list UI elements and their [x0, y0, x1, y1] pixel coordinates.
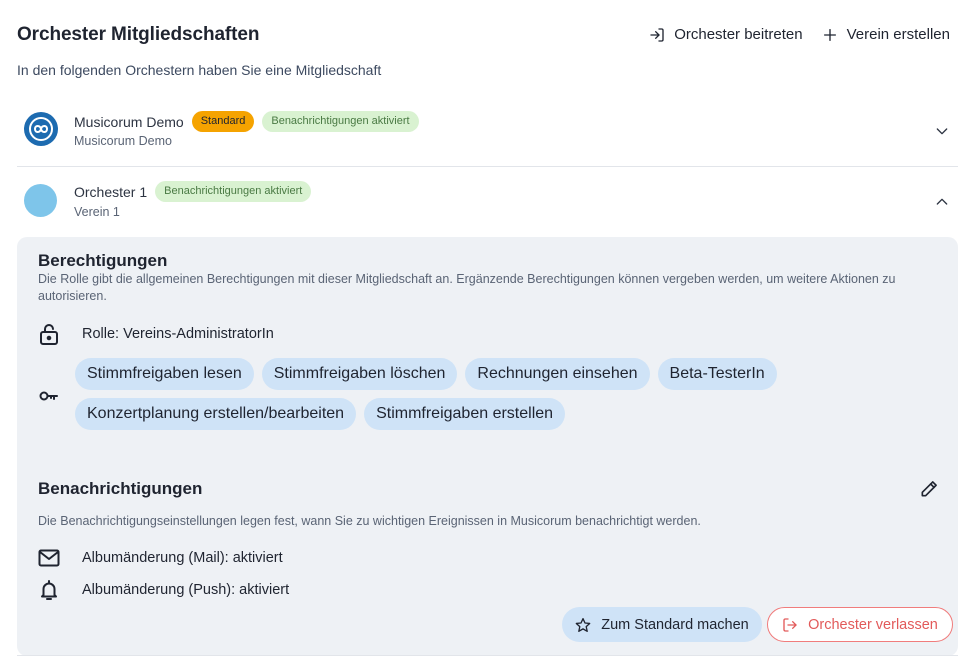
permission-chip[interactable]: Stimmfreigaben lesen [75, 358, 254, 390]
permission-chip[interactable]: Stimmfreigaben erstellen [364, 398, 566, 430]
membership-row-musicorum-demo[interactable]: Musicorum Demo Standard Benachrichtigung… [17, 100, 958, 167]
permission-chip[interactable]: Rechnungen einsehen [465, 358, 650, 390]
mail-notification-line: Albumänderung (Mail): aktiviert [38, 547, 283, 569]
page-header: Orchester Mitgliedschaften Orchester bei… [17, 24, 950, 52]
login-icon [650, 27, 664, 42]
membership-name-line: Orchester 1 Benachrichtigungen aktiviert [74, 181, 312, 202]
orchestra-name: Orchester 1 [74, 183, 148, 200]
page-subtitle: In den folgenden Orchestern haben Sie ei… [17, 62, 382, 78]
association-name: Verein 1 [74, 205, 120, 219]
mail-icon [38, 547, 60, 569]
standard-badge: Standard [191, 111, 255, 132]
star-icon [575, 617, 591, 632]
orchestra-name: Musicorum Demo [74, 113, 184, 130]
membership-details-panel: Berechtigungen Die Rolle gibt die allgem… [17, 237, 958, 656]
plus-icon [823, 28, 836, 41]
make-standard-label: Zum Standard machen [601, 616, 749, 633]
leave-orchestra-label: Orchester verlassen [808, 616, 938, 633]
notifications-badge: Benachrichtigungen aktiviert [262, 111, 419, 132]
role-text: Rolle: Vereins-AdministratorIn [82, 326, 274, 342]
notifications-description: Die Benachrichtigungseinstellungen legen… [38, 514, 701, 528]
association-name: Musicorum Demo [74, 134, 172, 148]
mail-notification-text: Albumänderung (Mail): aktiviert [82, 550, 283, 566]
logout-icon [783, 617, 797, 632]
pencil-icon[interactable] [919, 479, 939, 499]
bell-icon [38, 579, 60, 601]
push-notification-line: Albumänderung (Push): aktiviert [38, 579, 289, 601]
make-standard-button[interactable]: Zum Standard machen [562, 607, 762, 642]
notifications-title: Benachrichtigungen [38, 479, 203, 498]
permissions-description: Die Rolle gibt die allgemeinen Berechtig… [38, 272, 896, 303]
permission-chip[interactable]: Konzertplanung erstellen/bearbeiten [75, 398, 357, 430]
create-association-button[interactable]: Verein erstellen [822, 26, 950, 43]
create-association-label: Verein erstellen [846, 26, 950, 43]
push-notification-text: Albumänderung (Push): aktiviert [82, 582, 290, 598]
divider [17, 655, 958, 656]
membership-row-orchester-1[interactable]: Orchester 1 Benachrichtigungen aktiviert… [17, 168, 958, 236]
permission-chip[interactable]: Stimmfreigaben löschen [261, 358, 458, 390]
permissions-title: Berechtigungen [38, 251, 168, 270]
chevron-up-icon[interactable] [934, 194, 950, 210]
membership-name-line: Musicorum Demo Standard Benachrichtigung… [74, 111, 419, 132]
orchestra-avatar [24, 184, 57, 217]
chevron-down-icon[interactable] [934, 123, 950, 139]
leave-orchestra-button[interactable]: Orchester verlassen [767, 607, 953, 642]
extra-permissions: Stimmfreigaben lesen Stimmfreigaben lösc… [75, 358, 815, 430]
join-orchestra-label: Orchester beitreten [674, 26, 803, 43]
page-title: Orchester Mitgliedschaften [17, 24, 260, 45]
key-icon [38, 385, 60, 407]
musicorum-logo-icon [29, 117, 53, 141]
lock-open-icon [38, 323, 60, 345]
header-actions: Orchester beitreten Verein erstellen [649, 26, 950, 43]
orchestra-avatar [24, 112, 58, 146]
role-line: Rolle: Vereins-AdministratorIn [38, 323, 274, 345]
notifications-badge: Benachrichtigungen aktiviert [155, 181, 312, 202]
permission-chip[interactable]: Beta-TesterIn [657, 358, 777, 390]
join-orchestra-button[interactable]: Orchester beitreten [649, 26, 803, 43]
